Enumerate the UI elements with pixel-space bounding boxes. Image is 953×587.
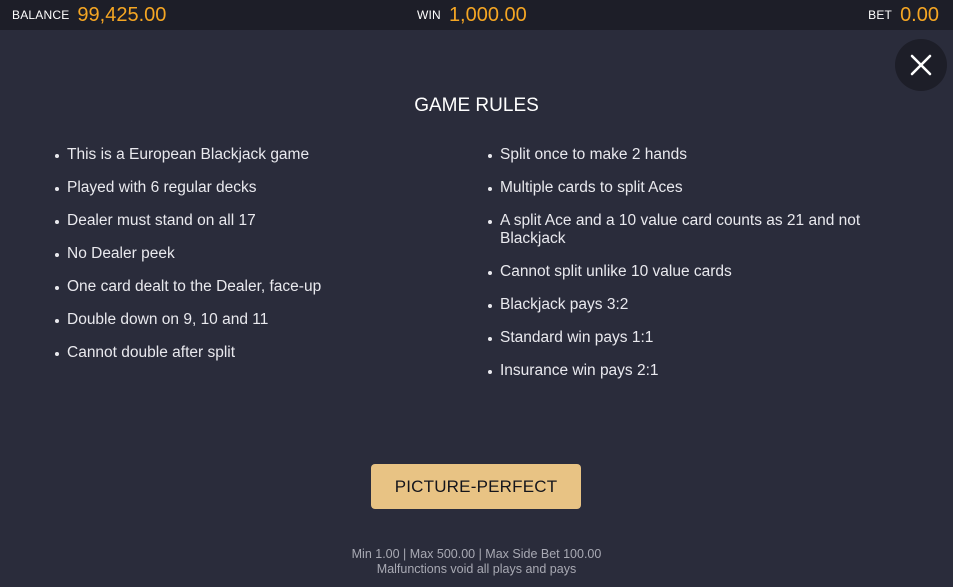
rule-item: One card dealt to the Dealer, face-up [54,278,454,296]
rule-item: No Dealer peek [54,245,454,263]
rule-item: Double down on 9, 10 and 11 [54,311,454,329]
rules-list-left: This is a European Blackjack game Played… [54,146,454,377]
bet-display: BET 0.00 [868,0,939,30]
top-bar: BALANCE 99,425.00 WIN 1,000.00 BET 0.00 [0,0,953,30]
disclaimer-text: Malfunctions void all plays and pays [376,562,577,576]
rule-item: Split once to make 2 hands [487,146,897,164]
rule-item: This is a European Blackjack game [54,146,454,164]
close-button[interactable] [895,39,947,91]
win-value: 1,000.00 [448,3,527,26]
rule-item: Cannot double after split [54,344,454,362]
rule-item: Insurance win pays 2:1 [487,362,897,380]
rule-item: Played with 6 regular decks [54,179,454,197]
rule-item: Cannot split unlike 10 value cards [487,263,897,281]
rule-item: A split Ace and a 10 value card counts a… [487,212,897,248]
close-icon [910,54,932,76]
bet-label: BET [868,8,893,22]
balance-label: BALANCE [12,8,70,22]
win-display: WIN 1,000.00 [417,0,527,30]
rules-list-right: Split once to make 2 hands Multiple card… [487,146,897,395]
rule-item: Standard win pays 1:1 [487,329,897,347]
rules-title: GAME RULES [414,95,539,116]
rule-item: Multiple cards to split Aces [487,179,897,197]
rule-item: Blackjack pays 3:2 [487,296,897,314]
bet-value: 0.00 [900,3,939,26]
bet-limits-text: Min 1.00 | Max 500.00 | Max Side Bet 100… [351,547,602,561]
balance-value: 99,425.00 [77,3,167,26]
balance-display: BALANCE 99,425.00 [12,0,166,30]
picture-perfect-button[interactable]: PICTURE-PERFECT [371,464,581,509]
rule-item: Dealer must stand on all 17 [54,212,454,230]
win-label: WIN [417,8,441,22]
